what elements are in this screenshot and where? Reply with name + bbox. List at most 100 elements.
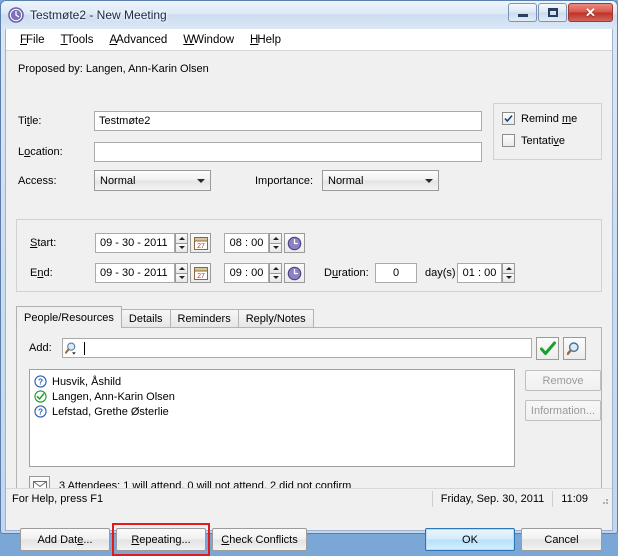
location-label: Location: xyxy=(18,146,63,158)
start-date-spinner[interactable] xyxy=(175,233,188,253)
window-title: Testmøte2 - New Meeting xyxy=(30,8,167,22)
menu-window[interactable]: WWindow xyxy=(175,31,242,49)
access-label: Access: xyxy=(18,175,57,187)
end-date-spin-down[interactable] xyxy=(175,272,188,283)
text-caret xyxy=(84,341,85,355)
duration-spinner[interactable] xyxy=(502,263,515,283)
cancel-button[interactable]: Cancel xyxy=(521,528,602,551)
duration-days-input[interactable]: 0 xyxy=(375,263,417,283)
start-time-input[interactable]: 08 : 00 xyxy=(224,233,269,253)
menu-advanced[interactable]: AAdvanced xyxy=(101,31,175,49)
clock-meeting-icon xyxy=(8,7,24,23)
add-input[interactable] xyxy=(62,338,532,358)
menu-tools[interactable]: TTools xyxy=(53,31,102,49)
list-item[interactable]: ? Husvik, Åshild xyxy=(30,374,514,389)
list-item[interactable]: ? Lefstad, Grethe Østerlie xyxy=(30,404,514,419)
check-icon xyxy=(539,341,556,355)
menu-window-label: Window xyxy=(193,33,235,46)
resize-grip[interactable] xyxy=(596,492,610,506)
list-item[interactable]: Langen, Ann-Karin Olsen xyxy=(30,389,514,404)
ok-button[interactable]: OK xyxy=(425,528,515,551)
people-resources-panel: Add: ? Husvik, Åshild Langen, Ann-Karin … xyxy=(16,327,602,505)
options-group: Remind me Tentative xyxy=(493,103,602,160)
tab-people-resources[interactable]: People/Resources xyxy=(16,306,122,328)
start-date-input[interactable]: 09 - 30 - 2011 xyxy=(95,233,175,253)
meeting-form: Proposed by: Langen, Ann-Karin Olsen Tit… xyxy=(6,51,612,556)
days-label: day(s) xyxy=(425,267,456,279)
tab-reply-notes-label: Reply/Notes xyxy=(245,313,306,325)
end-calendar-button[interactable]: 27 xyxy=(190,263,211,283)
add-date-button[interactable]: Add Dat e... xyxy=(20,528,110,551)
access-value: Normal xyxy=(100,174,136,187)
menu-file[interactable]: FFile xyxy=(12,31,53,49)
minimize-icon xyxy=(517,14,528,17)
start-date-spin-up[interactable] xyxy=(175,233,188,243)
status-unconfirmed-icon: ? xyxy=(34,405,47,418)
clock-icon xyxy=(287,236,302,250)
start-clock-button[interactable] xyxy=(284,233,305,253)
end-date-spin-up[interactable] xyxy=(175,263,188,273)
end-label: End: xyxy=(30,267,53,279)
check-icon xyxy=(504,115,513,123)
remind-me-checkbox[interactable] xyxy=(502,112,515,125)
end-time-spinner[interactable] xyxy=(269,263,282,283)
restore-icon xyxy=(547,8,558,17)
meeting-window: Testmøte2 - New Meeting ✕ FFile TTools A… xyxy=(0,0,618,556)
duration-time-input[interactable]: 01 : 00 xyxy=(457,263,502,283)
end-date-input[interactable]: 09 - 30 - 2011 xyxy=(95,263,175,283)
close-button[interactable]: ✕ xyxy=(568,3,613,22)
repeating-button[interactable]: Repeating... xyxy=(116,528,206,551)
check-conflicts-button[interactable]: Check Conflicts xyxy=(212,528,307,551)
menu-bar: FFile TTools AAdvanced WWindow HHelp xyxy=(6,29,612,51)
information-button[interactable]: Information... xyxy=(525,400,601,421)
title-input[interactable]: Testmøte2 xyxy=(94,111,482,131)
remove-button[interactable]: Remove xyxy=(525,370,601,391)
start-label: Start: xyxy=(30,237,57,249)
status-unconfirmed-icon: ? xyxy=(34,375,47,388)
restore-button[interactable] xyxy=(538,3,567,22)
duration-label: Duration: xyxy=(324,267,369,279)
start-calendar-button[interactable]: 27 xyxy=(190,233,211,253)
tab-reminders[interactable]: Reminders xyxy=(169,309,239,328)
end-time-spin-up[interactable] xyxy=(269,263,282,273)
end-date-spinner[interactable] xyxy=(175,263,188,283)
chevron-down-icon xyxy=(420,172,437,189)
svg-text:27: 27 xyxy=(197,273,205,280)
duration-spin-down[interactable] xyxy=(502,272,515,283)
end-time-spin-down[interactable] xyxy=(269,272,282,283)
end-time-input[interactable]: 09 : 00 xyxy=(224,263,269,283)
status-date: Friday, Sep. 30, 2011 xyxy=(431,491,553,507)
title-bar[interactable]: Testmøte2 - New Meeting ✕ xyxy=(1,1,617,29)
accept-add-button[interactable] xyxy=(536,337,559,360)
chevron-down-icon xyxy=(192,172,209,189)
client-area: FFile TTools AAdvanced WWindow HHelp Pro… xyxy=(5,29,613,556)
access-combo[interactable]: Normal xyxy=(94,170,211,191)
duration-spin-up[interactable] xyxy=(502,263,515,273)
search-dropdown-icon xyxy=(65,342,76,355)
start-time-spinner[interactable] xyxy=(269,233,282,253)
end-clock-button[interactable] xyxy=(284,263,305,283)
menu-file-label: File xyxy=(26,33,45,46)
minimize-button[interactable] xyxy=(508,3,537,22)
window-controls: ✕ xyxy=(508,3,613,22)
importance-combo[interactable]: Normal xyxy=(322,170,439,191)
location-input[interactable] xyxy=(94,142,482,162)
attendee-list[interactable]: ? Husvik, Åshild Langen, Ann-Karin Olsen xyxy=(29,369,515,467)
tentative-checkbox[interactable] xyxy=(502,134,515,147)
status-bar: For Help, press F1 Friday, Sep. 30, 2011… xyxy=(6,488,612,509)
tab-reply-notes[interactable]: Reply/Notes xyxy=(237,309,314,328)
start-date-spin-down[interactable] xyxy=(175,242,188,253)
status-accepted-icon xyxy=(34,390,47,403)
start-time-spin-up[interactable] xyxy=(269,233,282,243)
menu-help[interactable]: HHelp xyxy=(242,31,289,49)
svg-text:?: ? xyxy=(38,377,43,387)
search-icon xyxy=(566,341,579,355)
start-time-spin-down[interactable] xyxy=(269,242,282,253)
svg-text:27: 27 xyxy=(197,243,205,250)
tab-details[interactable]: Details xyxy=(120,309,171,328)
tentative-row[interactable]: Tentative xyxy=(502,134,601,147)
remind-me-row[interactable]: Remind me xyxy=(502,112,601,125)
menu-tools-label: Tools xyxy=(66,33,94,46)
close-icon: ✕ xyxy=(585,5,596,20)
lookup-button[interactable] xyxy=(563,337,586,360)
